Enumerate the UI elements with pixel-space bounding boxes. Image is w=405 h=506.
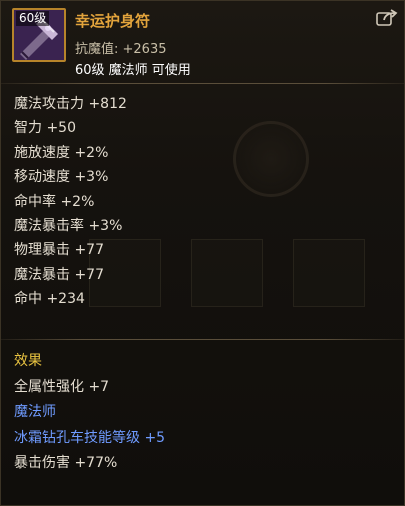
background-slot: [191, 239, 263, 307]
item-name: 幸运护身符: [75, 12, 151, 30]
stat-line: 施放速度 +2%: [14, 144, 109, 161]
effects-list: 效果 全属性强化 +7 魔法师 冰霜钻孔车技能等级 +5 暴击伤害 +77%: [14, 349, 165, 477]
effect-line: 暴击伤害 +77%: [14, 455, 118, 471]
stat-line: 魔法攻击力 +812: [14, 96, 127, 112]
stats-list: 魔法攻击力 +812 智力 +50 施放速度 +2% 移动速度 +3% 命中率 …: [14, 92, 127, 312]
item-tooltip: 60级 幸运护身符 抗魔值: +2635 60级 魔法师 可使用 魔法攻击力 +…: [0, 0, 405, 506]
share-icon[interactable]: [376, 9, 398, 27]
effects-title: 效果: [14, 353, 42, 369]
stat-line: 命中 +234: [14, 291, 85, 308]
stat-line: 命中率 +2%: [14, 193, 95, 210]
stat-line: 魔法暴击 +77: [14, 266, 104, 283]
amulet-item-icon: 60级: [12, 8, 66, 62]
usable-requirement: 60级 魔法师 可使用: [75, 63, 191, 78]
effect-line: 全属性强化 +7: [14, 378, 110, 395]
item-level-badge: 60级: [16, 11, 50, 26]
effect-skill-line: 冰霜钻孔车技能等级 +5: [14, 429, 166, 446]
background-decoration: [233, 121, 309, 197]
stat-line: 移动速度 +3%: [14, 169, 109, 186]
tooltip-header: 60级 幸运护身符 抗魔值: +2635 60级 魔法师 可使用: [1, 1, 404, 81]
header-divider: [1, 83, 404, 84]
background-slot: [293, 239, 365, 307]
effect-class-label: 魔法师: [14, 404, 56, 420]
stat-line: 魔法暴击率 +3%: [14, 218, 123, 235]
magic-resist-value: 抗魔值: +2635: [75, 42, 167, 57]
effects-divider: [1, 339, 404, 340]
stat-line: 智力 +50: [14, 120, 76, 137]
stat-line: 物理暴击 +77: [14, 242, 104, 259]
